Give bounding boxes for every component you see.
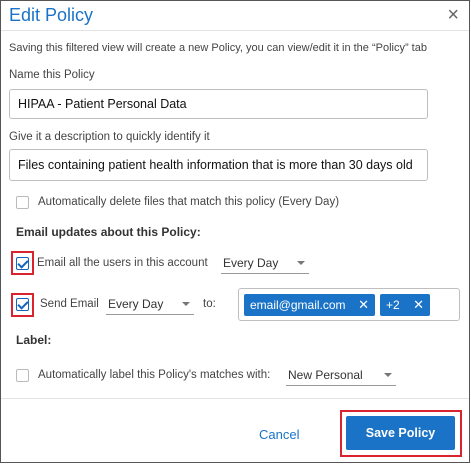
send-email-checkbox[interactable] [16,298,29,311]
send-email-label: Send Email [40,298,99,310]
chevron-down-icon [384,373,392,377]
email-updates-heading: Email updates about this Policy: [16,225,201,239]
chevron-down-icon [182,302,190,306]
intro-text: Saving this filtered view will create a … [9,42,427,54]
policy-description-value: Files containing patient health informat… [18,158,413,172]
recipients-field[interactable]: email@gmail.com ✕ +2 ✕ [238,288,460,321]
to-label: to: [203,298,216,310]
close-icon[interactable]: × [447,5,459,25]
recipient-chip-label: email@gmail.com [250,298,346,312]
send-email-frequency-value: Every Day [108,296,164,311]
footer-divider [1,398,469,399]
auto-label-select[interactable]: New Personal [286,364,396,386]
remove-icon[interactable]: ✕ [358,297,369,313]
cancel-button[interactable]: Cancel [259,427,299,442]
auto-label-checkbox[interactable] [16,369,29,382]
edit-policy-dialog: Edit Policy × Saving this filtered view … [0,0,470,463]
policy-name-input[interactable]: HIPAA - Patient Personal Data [9,89,428,119]
save-policy-label: Save Policy [365,426,436,440]
email-all-users-checkbox[interactable] [16,257,29,270]
label-heading: Label: [16,333,52,347]
recipient-chip[interactable]: email@gmail.com ✕ [244,294,375,316]
save-policy-button[interactable]: Save Policy [346,416,455,450]
name-label: Name this Policy [9,69,95,81]
email-all-frequency-value: Every Day [223,255,279,270]
auto-delete-label: Automatically delete files that match th… [38,196,340,208]
remove-icon[interactable]: ✕ [413,297,424,313]
auto-delete-checkbox[interactable] [16,196,29,209]
chevron-down-icon [297,261,305,265]
send-email-frequency-select[interactable]: Every Day [106,293,194,315]
recipient-chip-more[interactable]: +2 ✕ [380,294,430,316]
description-label: Give it a description to quickly identif… [9,131,210,143]
email-all-users-label: Email all the users in this account [37,257,208,269]
dialog-title: Edit Policy [9,5,94,25]
dialog-header: Edit Policy × [1,1,469,31]
policy-description-input[interactable]: Files containing patient health informat… [9,149,428,181]
policy-name-value: HIPAA - Patient Personal Data [18,97,187,111]
auto-label-value: New Personal [288,367,363,382]
auto-label-label: Automatically label this Policy's matche… [38,369,271,381]
recipient-more-label: +2 [386,298,400,312]
email-all-frequency-select[interactable]: Every Day [221,252,309,274]
